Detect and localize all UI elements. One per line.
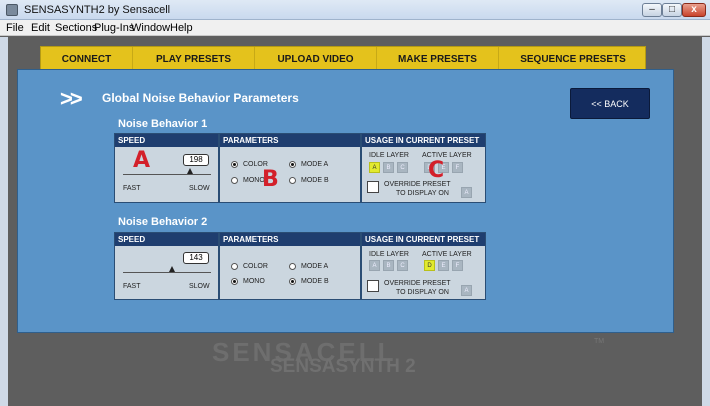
mode-b-label: MODE B (301, 278, 329, 285)
fast-label: FAST (123, 283, 141, 290)
heading-arrows-icon: >> (60, 86, 83, 111)
active-layer-d-button-2[interactable]: D (424, 260, 435, 271)
menu-help[interactable]: Help (170, 22, 193, 34)
close-button[interactable]: x (682, 3, 706, 17)
window-frame-left (0, 37, 8, 406)
active-layer-f-button-2[interactable]: F (452, 260, 463, 271)
app-icon (6, 4, 18, 16)
mode-b-radio-2[interactable] (289, 278, 296, 285)
speed-value-1[interactable]: 198 (183, 154, 209, 166)
idle-layer-a-button-2[interactable]: A (369, 260, 380, 271)
mode-a-label: MODE A (301, 161, 329, 168)
speed-slider-thumb-1[interactable] (187, 168, 193, 174)
mono-label: MONO (243, 278, 265, 285)
color-radio-2[interactable] (231, 263, 238, 270)
mode-a-label: MODE A (301, 263, 329, 270)
idle-layer-b-button-1[interactable]: B (383, 162, 394, 173)
mode-b-label: MODE B (301, 177, 329, 184)
parameters-box-1: PARAMETERS COLOR MODE A MONO MODE B (219, 133, 361, 203)
override-label-line1: OVERRIDE PRESET (384, 280, 451, 287)
back-button[interactable]: << BACK (570, 88, 650, 119)
override-label-line2: TO DISPLAY ON (396, 289, 449, 296)
active-layer-f-button-1[interactable]: F (452, 162, 463, 173)
tab-sequence-presets[interactable]: SEQUENCE PRESETS (499, 47, 647, 71)
idle-layer-c-button-1[interactable]: C (397, 162, 408, 173)
mode-a-radio-2[interactable] (289, 263, 296, 270)
menu-edit[interactable]: Edit (31, 22, 50, 34)
usage-header: USAGE IN CURRENT PRESET (362, 134, 485, 147)
slow-label: SLOW (189, 185, 210, 192)
window-frame-right (702, 37, 710, 406)
override-layer-button-1[interactable]: A (461, 187, 472, 198)
section-tabs: CONNECT PLAY PRESETS UPLOAD VIDEO MAKE P… (40, 46, 647, 71)
trademark-mark: TM (594, 338, 605, 345)
sensasynth-logo: SENSASYNTH 2 (270, 356, 416, 377)
color-radio-1[interactable] (231, 161, 238, 168)
idle-layer-b-button-2[interactable]: B (383, 260, 394, 271)
usage-header: USAGE IN CURRENT PRESET (362, 233, 485, 246)
page-title: Global Noise Behavior Parameters (102, 91, 299, 105)
menu-plug-ins[interactable]: Plug-Ins (94, 22, 134, 34)
speed-slider-thumb-2[interactable] (169, 266, 175, 272)
tab-play-presets[interactable]: PLAY PRESETS (133, 47, 255, 71)
mode-a-radio-1[interactable] (289, 161, 296, 168)
menu-bar: File Edit Sections Plug-Ins Window Help (0, 20, 710, 36)
speed-box-1: SPEED 198 FAST SLOW (114, 133, 219, 203)
speed-slider-1[interactable] (123, 174, 211, 175)
menu-file[interactable]: File (6, 22, 24, 34)
speed-header: SPEED (115, 233, 218, 246)
menu-sections[interactable]: Sections (55, 22, 97, 34)
fast-label: FAST (123, 185, 141, 192)
parameters-box-2: PARAMETERS COLOR MODE A MONO MODE B (219, 232, 361, 300)
override-layer-button-2[interactable]: A (461, 285, 472, 296)
usage-box-1: USAGE IN CURRENT PRESET IDLE LAYER ACTIV… (361, 133, 486, 203)
idle-layer-label: IDLE LAYER (369, 251, 409, 258)
speed-header: SPEED (115, 134, 218, 147)
tab-make-presets[interactable]: MAKE PRESETS (377, 47, 499, 71)
usage-box-2: USAGE IN CURRENT PRESET IDLE LAYER ACTIV… (361, 232, 486, 300)
title-bar: SENSASYNTH2 by Sensacell – □ x (0, 0, 710, 20)
override-checkbox-1[interactable] (367, 181, 379, 193)
idle-layer-label: IDLE LAYER (369, 152, 409, 159)
idle-layer-c-button-2[interactable]: C (397, 260, 408, 271)
override-checkbox-2[interactable] (367, 280, 379, 292)
minimize-button[interactable]: – (642, 3, 662, 17)
mode-b-radio-1[interactable] (289, 177, 296, 184)
menu-window[interactable]: Window (131, 22, 170, 34)
speed-value-2[interactable]: 143 (183, 252, 209, 264)
active-layer-label: ACTIVE LAYER (422, 251, 472, 258)
tab-upload-video[interactable]: UPLOAD VIDEO (255, 47, 377, 71)
parameters-header: PARAMETERS (220, 134, 360, 147)
marker-b: B (262, 167, 279, 192)
noise-behavior-1-title: Noise Behavior 1 (118, 118, 208, 130)
speed-slider-2[interactable] (123, 272, 211, 273)
marker-a: A (133, 148, 151, 173)
override-label-line2: TO DISPLAY ON (396, 190, 449, 197)
window-title: SENSASYNTH2 by Sensacell (24, 4, 171, 16)
color-label: COLOR (243, 263, 268, 270)
marker-c: C (428, 158, 445, 183)
maximize-button[interactable]: □ (662, 3, 682, 17)
parameters-header: PARAMETERS (220, 233, 360, 246)
idle-layer-a-button-1[interactable]: A (369, 162, 380, 173)
mono-radio-2[interactable] (231, 278, 238, 285)
noise-behavior-2-title: Noise Behavior 2 (118, 216, 208, 228)
mono-radio-1[interactable] (231, 177, 238, 184)
active-layer-e-button-2[interactable]: E (438, 260, 449, 271)
slow-label: SLOW (189, 283, 210, 290)
speed-box-2: SPEED 143 FAST SLOW (114, 232, 219, 300)
tab-connect[interactable]: CONNECT (41, 47, 133, 71)
